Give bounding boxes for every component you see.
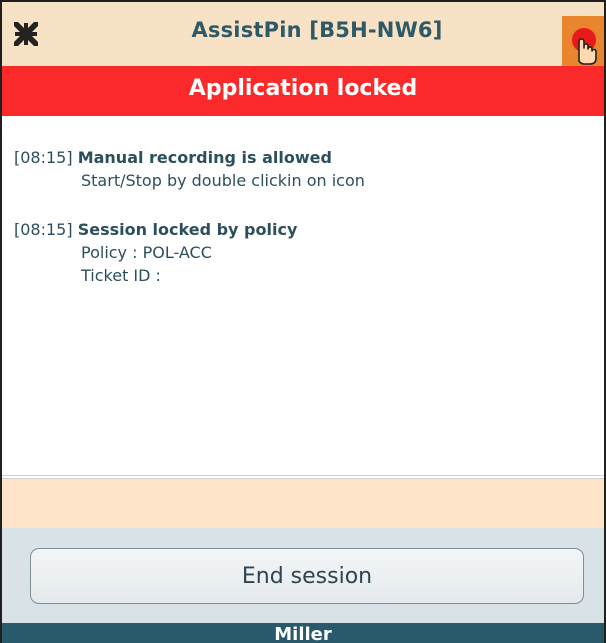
event-log: [08:15] Manual recording is allowed Star…: [2, 116, 604, 476]
log-time: [08:15]: [14, 148, 73, 167]
title-bar: AssistPin [B5H-NW6]: [2, 2, 604, 66]
user-bar: Miller: [2, 623, 604, 643]
window-title: AssistPin [B5H-NW6]: [191, 18, 443, 42]
action-area: End session: [2, 528, 604, 623]
log-detail: Policy : POL-ACC: [81, 243, 212, 262]
assistpin-window: AssistPin [B5H-NW6] Application locked […: [0, 0, 606, 643]
locked-banner: Application locked: [2, 66, 604, 116]
log-entry: [08:15] Manual recording is allowed Star…: [14, 146, 365, 192]
message-input[interactable]: [2, 478, 604, 528]
user-name: Miller: [274, 624, 332, 643]
banner-text: Application locked: [188, 76, 418, 101]
record-hand-icon: [572, 28, 597, 65]
log-detail: Ticket ID :: [81, 266, 161, 285]
log-heading: Session locked by policy: [77, 220, 298, 239]
record-toggle-button[interactable]: [562, 16, 604, 66]
end-session-button[interactable]: End session: [30, 548, 584, 604]
log-detail: Start/Stop by double clickin on icon: [81, 171, 365, 190]
log-heading: Manual recording is allowed: [77, 148, 332, 167]
log-entry: [08:15] Session locked by policy Policy …: [14, 218, 297, 287]
collapse-arrows-icon[interactable]: [12, 20, 40, 48]
log-time: [08:15]: [14, 220, 73, 239]
